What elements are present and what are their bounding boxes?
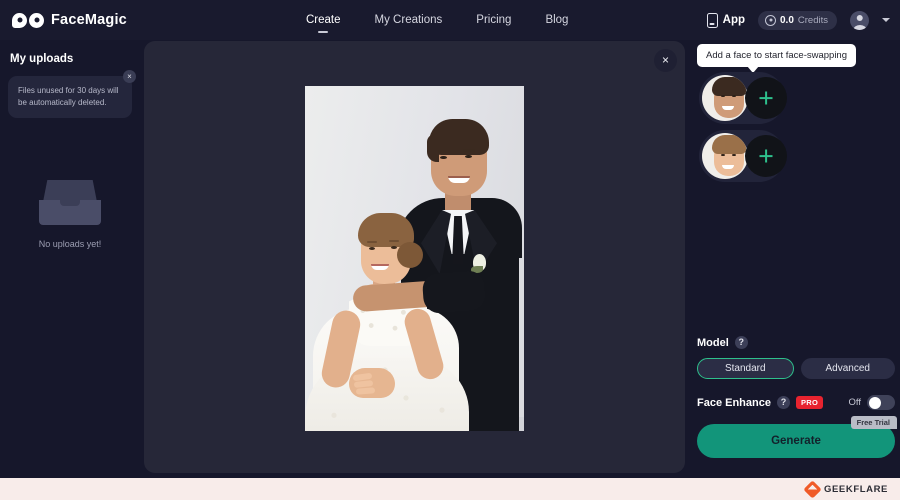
source-photo[interactable] xyxy=(305,86,524,431)
chevron-down-icon[interactable] xyxy=(882,18,890,22)
app-download-button[interactable]: App xyxy=(706,12,745,28)
app-label: App xyxy=(722,14,745,26)
credits-label: Credits xyxy=(797,14,828,26)
generate-button[interactable]: Generate Free Trial xyxy=(697,416,897,458)
credits-value: 0.0 xyxy=(780,14,794,26)
nav-item-blog[interactable]: Blog xyxy=(544,12,569,28)
nav-item-pricing[interactable]: Pricing xyxy=(475,12,512,28)
detected-face-bride xyxy=(702,133,748,179)
geekflare-label: GEEKFLARE xyxy=(824,483,888,495)
brand-logo[interactable]: FaceMagic xyxy=(12,12,127,28)
footer-watermark-bar: GEEKFLARE xyxy=(0,478,900,500)
face-enhance-toggle[interactable] xyxy=(867,395,895,410)
geekflare-logo-icon xyxy=(803,479,822,499)
add-face-icon-1[interactable] xyxy=(745,77,787,119)
model-label: Model xyxy=(697,336,729,349)
nav-item-my-creations[interactable]: My Creations xyxy=(374,12,444,28)
face-slot-1[interactable] xyxy=(699,72,787,124)
retention-notice-text: Files unused for 30 days will be automat… xyxy=(18,86,119,107)
model-segmented-control: Standard Advanced xyxy=(697,358,895,379)
model-label-row: Model ? xyxy=(697,336,895,349)
geekflare-watermark: GEEKFLARE xyxy=(803,479,888,499)
avatar[interactable] xyxy=(850,10,869,30)
free-trial-ribbon: Free Trial xyxy=(850,416,897,429)
image-canvas: × xyxy=(144,41,685,473)
detected-face-groom xyxy=(702,75,748,121)
model-help-icon[interactable]: ? xyxy=(734,336,748,349)
facemagic-eyes-logo-icon xyxy=(12,12,44,28)
face-enhance-state-label: Off xyxy=(848,397,862,408)
model-option-standard[interactable]: Standard xyxy=(697,358,794,379)
uploads-sidebar: My uploads Files unused for 30 days will… xyxy=(0,40,140,478)
face-slot-2[interactable] xyxy=(699,130,787,182)
phone-icon xyxy=(706,12,718,28)
uploads-empty-state: No uploads yet! xyxy=(0,180,140,249)
tray-icon xyxy=(39,180,101,225)
brand-name: FaceMagic xyxy=(51,12,127,28)
pro-badge: PRO xyxy=(795,396,824,409)
close-icon[interactable]: × xyxy=(654,49,677,72)
face-enhance-row: Face Enhance ? PRO Off xyxy=(697,395,895,410)
add-face-icon-2[interactable] xyxy=(745,135,787,177)
model-option-advanced[interactable]: Advanced xyxy=(800,358,895,379)
face-enhance-help-icon[interactable]: ? xyxy=(776,396,790,409)
generation-settings: Model ? Standard Advanced Face Enhance ?… xyxy=(697,336,897,458)
retention-notice: Files unused for 30 days will be automat… xyxy=(8,70,136,118)
add-face-tooltip: Add a face to start face-swapping xyxy=(697,44,856,73)
generate-label: Generate xyxy=(771,435,821,447)
top-header: FaceMagic Create My Creations Pricing Bl… xyxy=(0,0,900,40)
nav-item-create[interactable]: Create xyxy=(305,12,342,28)
face-swap-panel: Add a face to start face-swapping Model … xyxy=(692,40,900,478)
sidebar-title: My uploads xyxy=(10,53,74,65)
main-nav: Create My Creations Pricing Blog xyxy=(305,0,569,40)
coin-icon xyxy=(765,14,776,26)
app-root: FaceMagic Create My Creations Pricing Bl… xyxy=(0,0,900,500)
credits-badge[interactable]: 0.0 Credits xyxy=(758,10,837,30)
empty-state-text: No uploads yet! xyxy=(38,239,102,249)
header-actions: App 0.0 Credits xyxy=(706,0,890,40)
face-enhance-label: Face Enhance xyxy=(697,396,771,409)
notice-close-icon[interactable]: × xyxy=(123,70,136,83)
